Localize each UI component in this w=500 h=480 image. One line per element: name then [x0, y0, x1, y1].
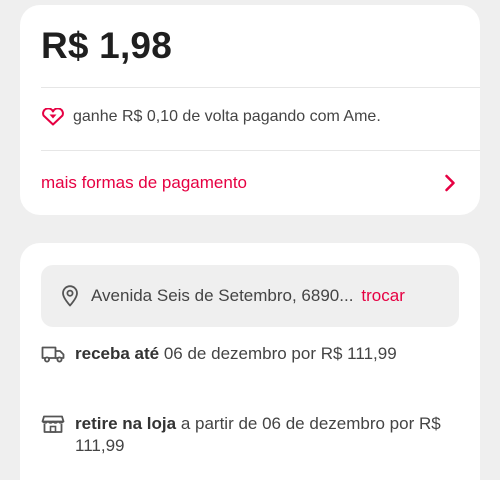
- delivery-option-title: receba até: [75, 344, 160, 363]
- more-payment-options-link[interactable]: mais formas de pagamento: [41, 167, 458, 199]
- heart-diamond-icon: [41, 107, 67, 127]
- delivery-card: Avenida Seis de Setembro, 6890... trocar…: [20, 243, 480, 480]
- truck-icon: [41, 343, 67, 365]
- map-pin-icon: [61, 285, 81, 307]
- chevron-right-icon: [442, 173, 458, 193]
- payment-card: R$ 1,98 ganhe R$ 0,10 de volta pagando c…: [20, 5, 480, 215]
- cashback-row: ganhe R$ 0,10 de volta pagando com Ame.: [41, 105, 381, 129]
- product-price: R$ 1,98: [41, 25, 172, 66]
- change-address-link[interactable]: trocar: [361, 286, 404, 306]
- delivery-option-detail: 06 de dezembro por R$ 111,99: [159, 344, 397, 363]
- address-text: Avenida Seis de Setembro, 6890...: [91, 286, 354, 305]
- more-payment-options-label: mais formas de pagamento: [41, 173, 247, 192]
- address-box: Avenida Seis de Setembro, 6890... trocar: [41, 265, 459, 327]
- divider: [41, 87, 480, 88]
- pickup-option: retire na loja a partir de 06 de dezembr…: [41, 413, 460, 457]
- divider: [41, 150, 480, 151]
- delivery-option: receba até 06 de dezembro por R$ 111,99: [41, 343, 460, 365]
- store-icon: [41, 413, 67, 435]
- pickup-option-text: retire na loja a partir de 06 de dezembr…: [75, 413, 460, 457]
- cashback-text: ganhe R$ 0,10 de volta pagando com Ame.: [73, 108, 381, 125]
- delivery-option-text: receba até 06 de dezembro por R$ 111,99: [75, 343, 397, 365]
- pickup-option-title: retire na loja: [75, 414, 177, 433]
